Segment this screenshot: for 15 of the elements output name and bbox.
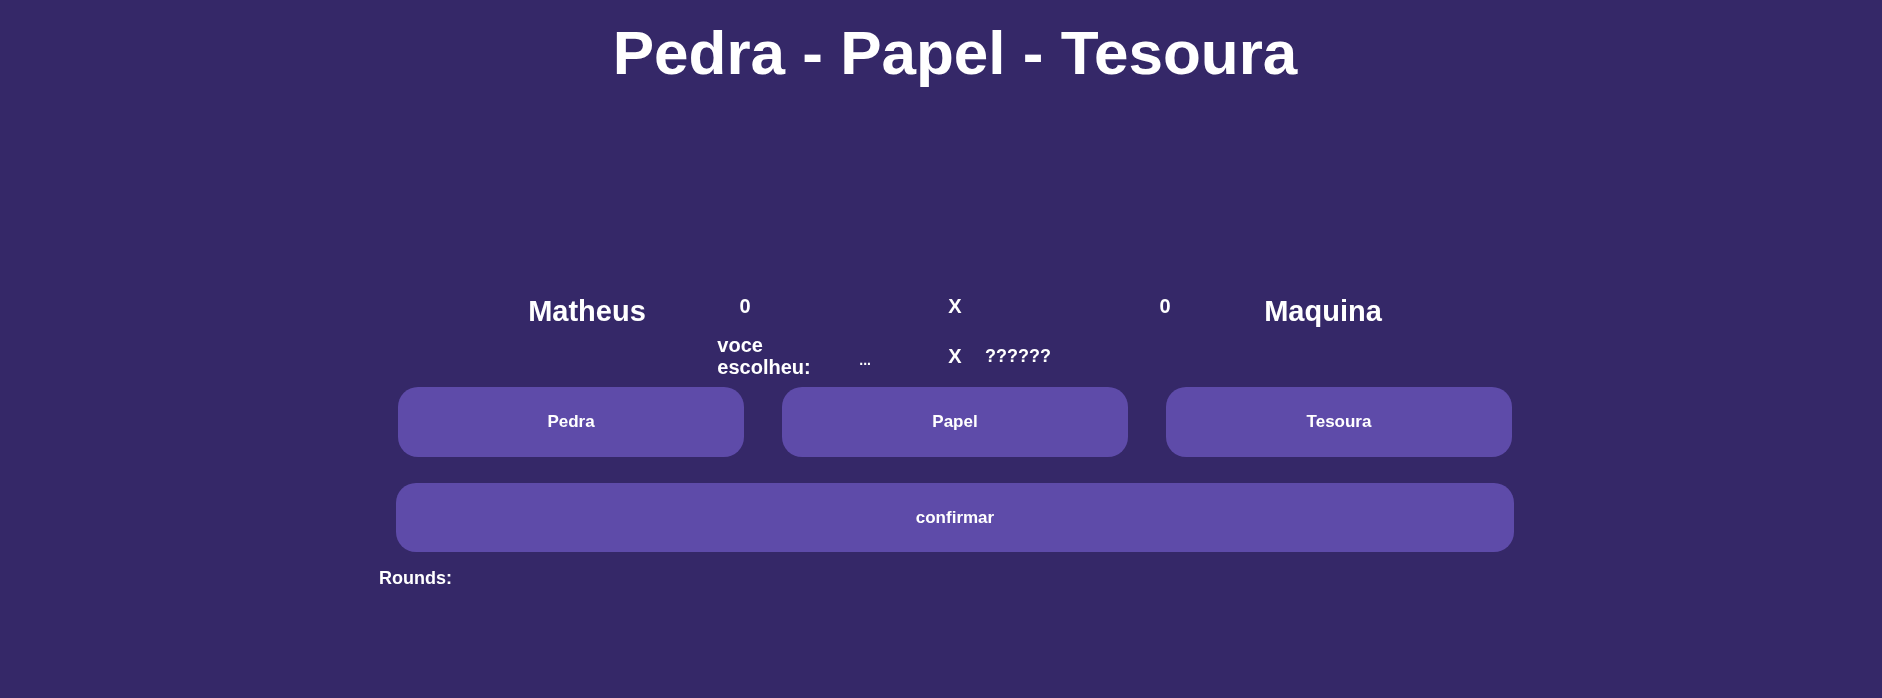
- page-title: Pedra - Papel - Tesoura: [612, 17, 1298, 89]
- choice-button[interactable]: Pedra: [398, 387, 744, 457]
- versus-label: X: [948, 344, 962, 368]
- machine-score: 0: [1159, 294, 1171, 318]
- versus-label: X: [948, 294, 962, 318]
- choice-button[interactable]: Papel: [782, 387, 1128, 457]
- choice-label: voce escolheu:: [717, 334, 812, 378]
- player-name: Matheus: [528, 294, 646, 328]
- choice-button[interactable]: Tesoura: [1166, 387, 1512, 457]
- machine-name: Maquina: [1264, 294, 1382, 328]
- machine-choice: ??????: [985, 345, 1051, 367]
- player-choice: ...: [859, 352, 871, 368]
- rounds-label: Rounds:: [379, 568, 452, 589]
- player-score: 0: [739, 294, 751, 318]
- confirm-button[interactable]: confirmar: [396, 483, 1514, 552]
